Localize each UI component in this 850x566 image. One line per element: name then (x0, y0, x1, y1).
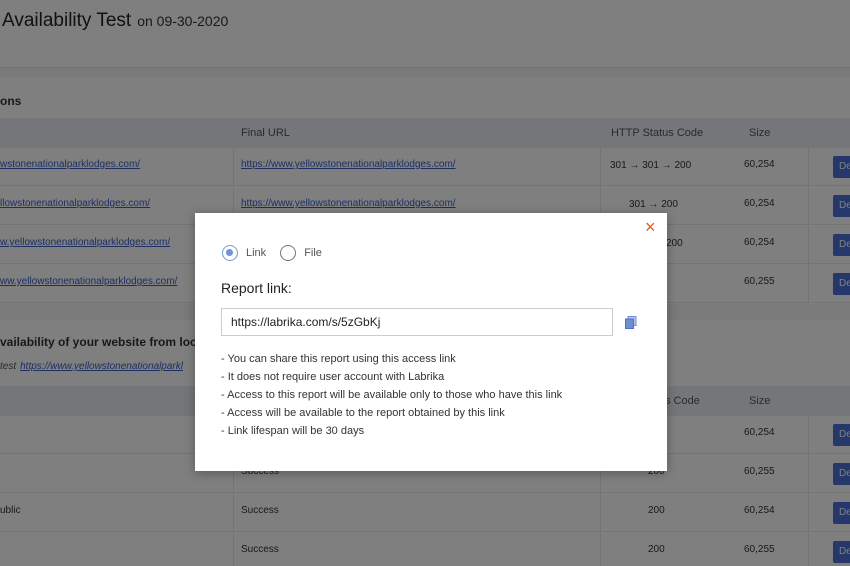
file-radio-label[interactable]: File (304, 247, 322, 259)
note-item: It does not require user account with La… (221, 368, 562, 386)
share-type-radio-group: Link File (222, 245, 336, 261)
file-radio[interactable] (280, 245, 297, 261)
link-radio-label[interactable]: Link (246, 247, 266, 259)
report-link-input[interactable] (221, 308, 613, 336)
share-report-dialog: × Link File Report link: You can share t… (195, 213, 667, 471)
link-radio[interactable] (222, 245, 238, 261)
note-item: Link lifespan will be 30 days (221, 422, 562, 440)
close-icon[interactable]: × (645, 217, 656, 237)
report-link-notes: You can share this report using this acc… (221, 350, 562, 440)
report-link-label: Report link: (221, 280, 292, 296)
note-item: Access will be available to the report o… (221, 404, 562, 422)
note-item: You can share this report using this acc… (221, 350, 562, 368)
copy-icon[interactable] (625, 316, 637, 329)
note-item: Access to this report will be available … (221, 386, 562, 404)
